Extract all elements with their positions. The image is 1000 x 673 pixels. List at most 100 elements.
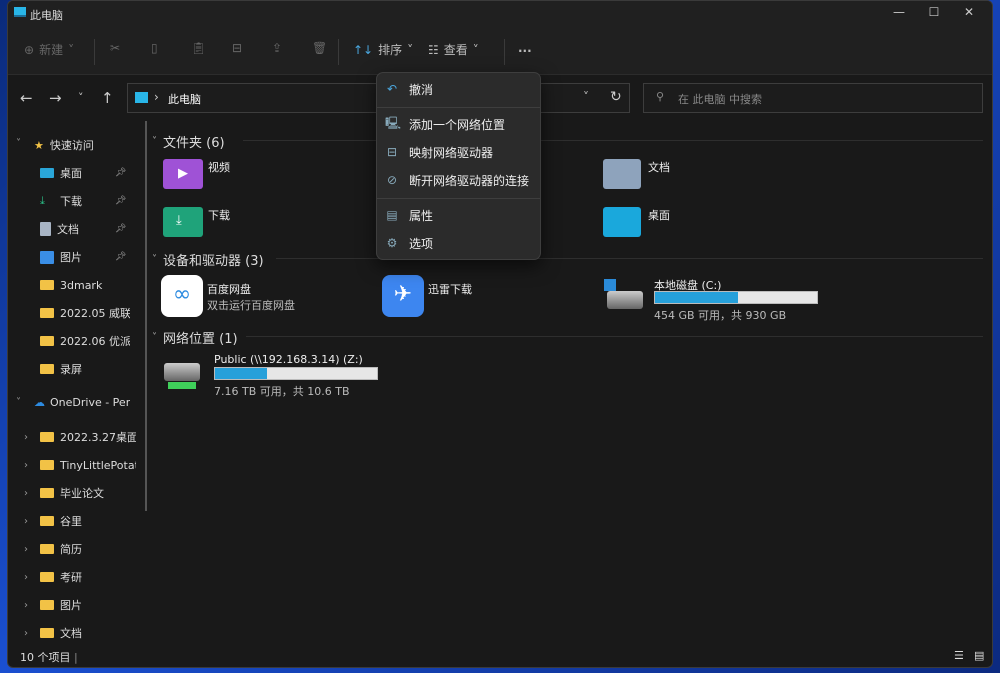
up-button[interactable]: ↑ bbox=[101, 89, 114, 107]
chevron-down-icon: ˅ bbox=[407, 42, 414, 57]
desktop-folder-icon bbox=[603, 207, 641, 237]
expand-chevron-icon[interactable]: › bbox=[24, 488, 28, 499]
network-section-header[interactable]: ˅ 网络位置 (1) bbox=[152, 328, 238, 347]
sidebar-item-onedrive-folder[interactable]: 毕业论文 bbox=[40, 481, 136, 505]
expand-chevron-icon[interactable]: › bbox=[24, 544, 28, 555]
this-pc-icon bbox=[14, 7, 26, 17]
label: 毕业论文 bbox=[60, 487, 104, 500]
maximize-button[interactable]: ☐ bbox=[917, 5, 951, 19]
sort-button[interactable]: ↑↓ 排序 ˅ bbox=[353, 41, 413, 58]
videos-folder-icon: ▶ bbox=[163, 159, 203, 189]
copy-button[interactable]: ▯ bbox=[151, 41, 158, 55]
sidebar-item-onedrive-folder[interactable]: TinyLittlePotato bbox=[40, 453, 136, 477]
label: 文档 bbox=[57, 223, 79, 236]
undo-icon: ↶ bbox=[386, 82, 398, 96]
chevron-down-icon: ˅ bbox=[472, 42, 479, 57]
label: 3dmark bbox=[60, 278, 103, 292]
breadcrumb-this-pc[interactable]: 此电脑 bbox=[168, 91, 201, 107]
folder-icon bbox=[40, 432, 54, 442]
expand-chevron-icon[interactable]: › bbox=[24, 432, 28, 443]
disconnect-drive-icon: ⊘ bbox=[386, 173, 398, 187]
sidebar-item-onedrive-folder[interactable]: 简历 bbox=[40, 537, 136, 561]
collapse-chevron-icon[interactable]: ˅ bbox=[16, 138, 21, 149]
folder-icon bbox=[40, 364, 54, 374]
title-bar: 此电脑 — ☐ ✕ bbox=[8, 1, 992, 27]
pin-icon[interactable]: 📌︎ bbox=[115, 224, 126, 234]
item-count: 10 个项目 bbox=[20, 651, 71, 664]
delete-button[interactable]: 🗑︎ bbox=[312, 41, 327, 55]
new-button[interactable]: ⊕ 新建 ˅ bbox=[24, 41, 74, 58]
usage-fill bbox=[655, 292, 738, 303]
tiles-view-button[interactable]: ▤ bbox=[974, 649, 984, 662]
sidebar-item-onedrive-folder[interactable]: 2022.3.27桌面 bbox=[40, 425, 136, 449]
sort-icon: ↑↓ bbox=[353, 42, 374, 57]
devices-section-header[interactable]: ˅ 设备和驱动器 (3) bbox=[152, 250, 264, 269]
menu-item-options[interactable]: ⚙ 选项 bbox=[385, 230, 533, 256]
folder-icon bbox=[40, 280, 54, 290]
more-button[interactable]: ... bbox=[518, 41, 532, 55]
menu-item-map-network-drive[interactable]: ⊟ 映射网络驱动器 bbox=[385, 139, 533, 165]
navigation-pane: ˅ ★ 快速访问 桌面 ⤓ 下载 文档 图片 📌︎ 📌︎ 📌︎ 📌︎ 3dmark … bbox=[8, 125, 145, 645]
pin-icon[interactable]: 📌︎ bbox=[115, 252, 126, 262]
search-placeholder: 在 此电脑 中搜索 bbox=[678, 93, 762, 106]
minimize-button[interactable]: — bbox=[882, 5, 916, 19]
recent-dropdown-button[interactable]: ˅ bbox=[78, 91, 84, 104]
label: 图片 bbox=[60, 251, 82, 264]
sublabel: 双击运行百度网盘 bbox=[207, 299, 295, 312]
plus-circle-icon: ⊕ bbox=[24, 42, 35, 57]
folders-section-header[interactable]: ˅ 文件夹 (6) bbox=[152, 132, 225, 151]
back-button[interactable]: ← bbox=[20, 89, 33, 107]
label: OneDrive - Personal bbox=[50, 395, 130, 409]
paste-button[interactable]: 📋︎ bbox=[191, 41, 206, 55]
network-location-icon: 🖳︎ bbox=[385, 115, 402, 130]
forward-button[interactable]: → bbox=[49, 89, 62, 107]
menu-item-undo[interactable]: ↶ 撤消 bbox=[385, 76, 533, 102]
expand-chevron-icon[interactable]: › bbox=[24, 600, 28, 611]
menu-item-disconnect-network-drive[interactable]: ⊘ 断开网络驱动器的连接 bbox=[385, 167, 533, 193]
pin-icon[interactable]: 📌︎ bbox=[115, 168, 126, 178]
details-view-button[interactable]: ☰ bbox=[954, 649, 964, 662]
share-button[interactable]: ⇪ bbox=[272, 41, 282, 55]
desktop-icon bbox=[40, 168, 54, 178]
folder-icon bbox=[40, 336, 54, 346]
view-button[interactable]: ☷ 查看 ˅ bbox=[428, 41, 479, 58]
label: 录屏 bbox=[60, 363, 82, 376]
folder-icon bbox=[40, 572, 54, 582]
sidebar-scrollbar[interactable] bbox=[145, 121, 147, 511]
sidebar-item-folder[interactable]: 2022.05 威联通 bbox=[40, 301, 130, 325]
menu-item-add-network-location[interactable]: 🖳︎ 添加一个网络位置 bbox=[385, 111, 533, 137]
view-icon: ☷ bbox=[428, 42, 439, 57]
label: 2022.06 优派V bbox=[60, 335, 130, 348]
refresh-button[interactable]: ↻ bbox=[610, 89, 622, 105]
sidebar-onedrive[interactable]: ☁ OneDrive - Personal bbox=[34, 390, 130, 414]
pin-icon[interactable]: 📌︎ bbox=[115, 196, 126, 206]
address-history-chevron-icon[interactable]: ˅ bbox=[583, 90, 589, 104]
collapse-chevron-icon[interactable]: ˅ bbox=[16, 397, 21, 408]
menu-item-properties[interactable]: ▤ 属性 bbox=[385, 202, 533, 228]
cut-button[interactable]: ✂ bbox=[110, 41, 120, 55]
label: 2022.05 威联通 bbox=[60, 307, 130, 320]
drive-z-usage-bar bbox=[214, 367, 378, 380]
sidebar-item-onedrive-folder[interactable]: 图片 bbox=[40, 593, 136, 617]
divider bbox=[94, 39, 95, 65]
expand-chevron-icon[interactable]: › bbox=[24, 628, 28, 639]
sidebar-item-folder[interactable]: 2022.06 优派V bbox=[40, 329, 130, 353]
folder-icon bbox=[40, 628, 54, 638]
close-button[interactable]: ✕ bbox=[952, 5, 986, 19]
rename-button[interactable]: ⊟ bbox=[232, 41, 242, 55]
expand-chevron-icon[interactable]: › bbox=[24, 572, 28, 583]
star-icon: ★ bbox=[34, 138, 44, 152]
folder-icon bbox=[40, 488, 54, 498]
windows-logo-icon bbox=[604, 279, 616, 291]
label: 考研 bbox=[60, 571, 82, 584]
expand-chevron-icon[interactable]: › bbox=[24, 460, 28, 471]
search-input[interactable]: ⚲ 在 此电脑 中搜索 bbox=[643, 83, 983, 113]
label: 文档 bbox=[648, 161, 670, 174]
sidebar-item-onedrive-folder[interactable]: 谷里 bbox=[40, 509, 136, 533]
sidebar-item-onedrive-folder[interactable]: 文档 bbox=[40, 621, 136, 645]
command-bar: ⊕ 新建 ˅ ✂ ▯ 📋︎ ⊟ ⇪ 🗑︎ ↑↓ 排序 ˅ ☷ 查看 ˅ ... bbox=[8, 27, 992, 75]
properties-icon: ▤ bbox=[386, 208, 398, 222]
sidebar-item-onedrive-folder[interactable]: 考研 bbox=[40, 565, 136, 589]
picture-icon bbox=[40, 250, 54, 264]
expand-chevron-icon[interactable]: › bbox=[24, 516, 28, 527]
